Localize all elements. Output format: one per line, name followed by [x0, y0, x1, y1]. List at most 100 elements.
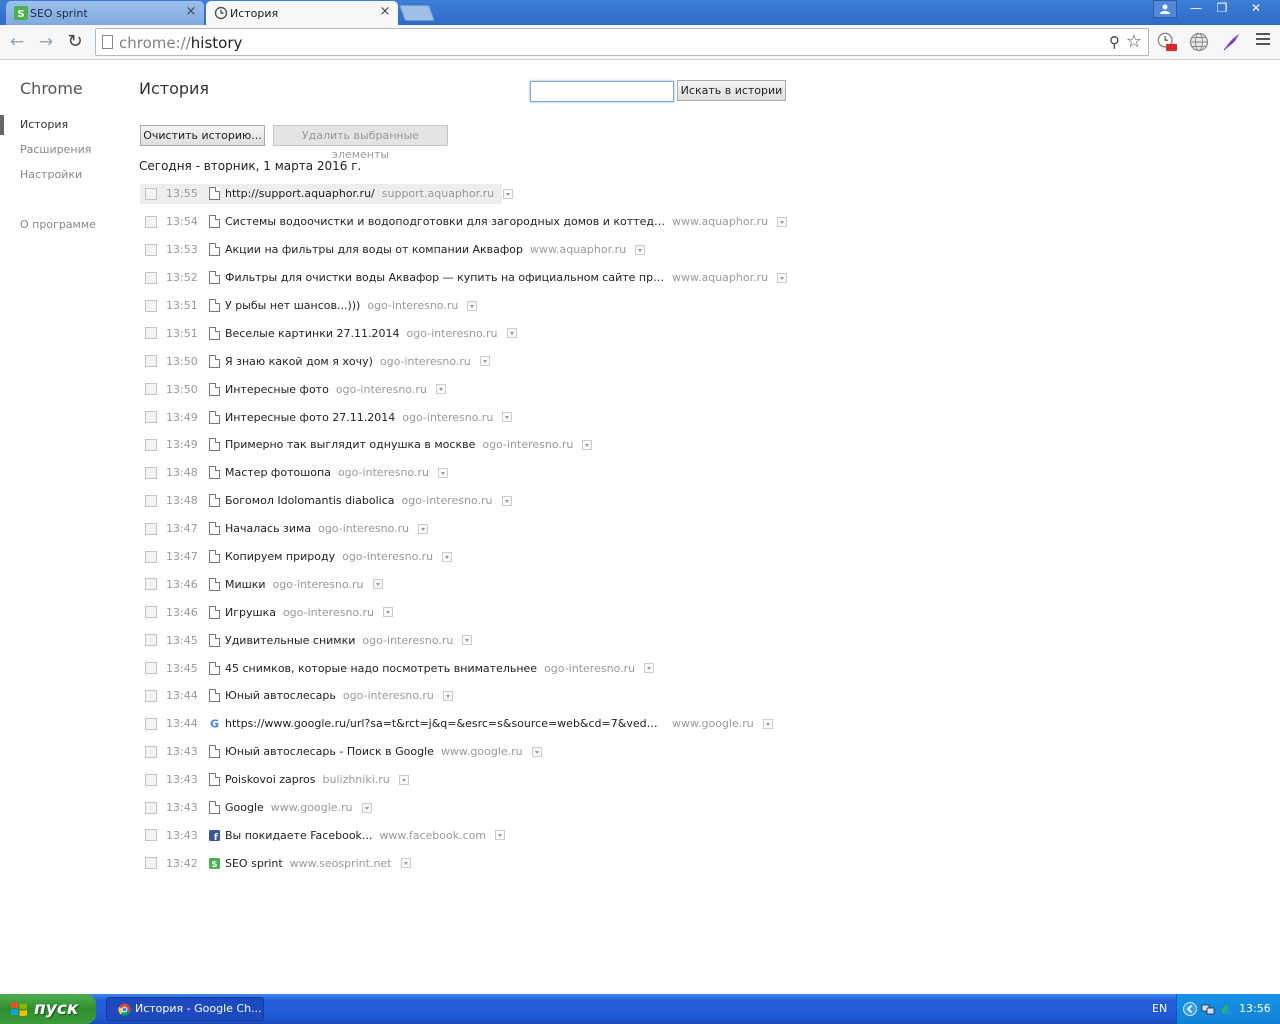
entry-menu-dropdown-icon[interactable] — [442, 551, 453, 562]
entry-menu-dropdown-icon[interactable] — [442, 690, 453, 701]
sidebar-item-extensions[interactable]: Расширения — [0, 140, 130, 165]
bookmark-star-icon[interactable]: ☆ — [1126, 31, 1142, 52]
entry-menu-dropdown-icon[interactable] — [372, 579, 383, 590]
entry-title-link[interactable]: Фильтры для очистки воды Аквафор — купит… — [225, 271, 665, 284]
entry-title-link[interactable]: Веселые картинки 27.11.2014 — [225, 327, 400, 340]
language-indicator[interactable]: EN — [1152, 1002, 1167, 1015]
entry-title-link[interactable]: Акции на фильтры для воды от компании Ак… — [225, 243, 523, 256]
entry-checkbox[interactable] — [145, 662, 157, 675]
entry-title-link[interactable]: Интересные фото 27.11.2014 — [225, 411, 395, 424]
entry-title-link[interactable]: http://support.aquaphor.ru/ — [225, 187, 375, 200]
maximize-button[interactable]: ❐ — [1209, 0, 1235, 18]
user-profile-button[interactable] — [1153, 0, 1177, 18]
forward-button[interactable]: → — [35, 31, 57, 53]
entry-checkbox[interactable] — [145, 494, 157, 507]
entry-menu-dropdown-icon[interactable] — [777, 272, 788, 283]
entry-menu-dropdown-icon[interactable] — [503, 188, 514, 199]
entry-menu-dropdown-icon[interactable] — [582, 439, 593, 450]
tab-history[interactable]: История × — [206, 1, 398, 25]
entry-menu-dropdown-icon[interactable] — [531, 746, 542, 757]
entry-checkbox[interactable] — [145, 438, 157, 451]
entry-menu-dropdown-icon[interactable] — [361, 802, 372, 813]
entry-checkbox[interactable] — [145, 801, 157, 814]
network-icon[interactable] — [1201, 1002, 1215, 1016]
tab-close-icon[interactable]: × — [184, 5, 198, 19]
entry-checkbox[interactable] — [145, 215, 157, 228]
new-tab-button[interactable] — [399, 5, 435, 21]
tab-close-icon[interactable]: × — [378, 5, 392, 19]
entry-title-link[interactable]: https://www.google.ru/url?sa=t&rct=j&q=&… — [225, 717, 665, 730]
reload-button[interactable]: ↻ — [64, 31, 86, 53]
security-shield-icon[interactable] — [1219, 1002, 1233, 1016]
chrome-menu-icon[interactable] — [1256, 33, 1270, 47]
entry-title-link[interactable]: 45 снимков, которые надо посмотреть вним… — [225, 662, 537, 675]
url-text[interactable]: chrome://history — [119, 34, 242, 52]
entry-title-link[interactable]: Юный автослесарь - Поиск в Google — [225, 745, 434, 758]
start-button[interactable]: пуск — [0, 994, 96, 1024]
entry-checkbox[interactable] — [145, 634, 157, 647]
entry-checkbox[interactable] — [145, 299, 157, 312]
entry-checkbox[interactable] — [145, 578, 157, 591]
entry-menu-dropdown-icon[interactable] — [495, 830, 506, 841]
entry-title-link[interactable]: Копируем природу — [225, 550, 335, 563]
back-button[interactable]: ← — [6, 31, 28, 53]
sidebar-item-history[interactable]: История — [0, 115, 130, 140]
entry-menu-dropdown-icon[interactable] — [501, 495, 512, 506]
entry-title-link[interactable]: Google — [225, 801, 264, 814]
entry-menu-dropdown-icon[interactable] — [400, 858, 411, 869]
entry-menu-dropdown-icon[interactable] — [398, 774, 409, 785]
entry-title-link[interactable]: Игрушка — [225, 606, 276, 619]
delete-selected-button[interactable]: Удалить выбранные элементы — [273, 125, 448, 161]
entry-checkbox[interactable] — [145, 411, 157, 424]
search-history-button[interactable]: Искать в истории — [677, 80, 786, 101]
entry-checkbox[interactable] — [145, 522, 157, 535]
entry-menu-dropdown-icon[interactable] — [467, 300, 478, 311]
entry-menu-dropdown-icon[interactable] — [382, 607, 393, 618]
timer-extension-icon[interactable] — [1157, 32, 1177, 52]
address-bar[interactable]: chrome://history ⚲ ☆ — [95, 28, 1149, 56]
clear-history-button[interactable]: Очистить историю... — [140, 125, 265, 146]
entry-menu-dropdown-icon[interactable] — [506, 328, 517, 339]
entry-title-link[interactable]: SEO sprint — [225, 857, 283, 870]
tray-expand-icon[interactable] — [1183, 1002, 1197, 1016]
globe-extension-icon[interactable] — [1189, 32, 1209, 52]
entry-checkbox[interactable] — [145, 857, 157, 870]
entry-checkbox[interactable] — [145, 829, 157, 842]
entry-checkbox[interactable] — [145, 355, 157, 368]
entry-title-link[interactable]: У рыбы нет шансов...))) — [225, 299, 360, 312]
zoom-icon[interactable]: ⚲ — [1109, 33, 1120, 51]
taskbar-chrome-window[interactable]: История - Google Ch... — [106, 997, 264, 1021]
entry-title-link[interactable]: Вы покидаете Facebook... — [225, 829, 372, 842]
entry-title-link[interactable]: Удивительные снимки — [225, 634, 355, 647]
tab-seo-sprint[interactable]: S SEO sprint × — [6, 1, 204, 25]
entry-title-link[interactable]: Богомол Idolomantis diabolica — [225, 494, 395, 507]
entry-checkbox[interactable] — [145, 717, 157, 730]
feather-extension-icon[interactable] — [1221, 32, 1241, 52]
entry-checkbox[interactable] — [145, 383, 157, 396]
entry-title-link[interactable]: Началась зима — [225, 522, 311, 535]
entry-checkbox[interactable] — [145, 745, 157, 758]
entry-menu-dropdown-icon[interactable] — [635, 244, 646, 255]
entry-checkbox[interactable] — [145, 773, 157, 786]
entry-checkbox[interactable] — [145, 550, 157, 563]
entry-checkbox[interactable] — [145, 187, 157, 200]
entry-menu-dropdown-icon[interactable] — [479, 356, 490, 367]
entry-checkbox[interactable] — [145, 466, 157, 479]
entry-menu-dropdown-icon[interactable] — [437, 467, 448, 478]
entry-checkbox[interactable] — [145, 327, 157, 340]
entry-menu-dropdown-icon[interactable] — [435, 384, 446, 395]
entry-checkbox[interactable] — [145, 689, 157, 702]
entry-title-link[interactable]: Интересные фото — [225, 383, 329, 396]
entry-title-link[interactable]: Poiskovoi zapros — [225, 773, 316, 786]
entry-menu-dropdown-icon[interactable] — [644, 663, 655, 674]
entry-title-link[interactable]: Я знаю какой дом я хочу) — [225, 355, 373, 368]
entry-menu-dropdown-icon[interactable] — [418, 523, 429, 534]
entry-title-link[interactable]: Системы водоочистки и водоподготовки для… — [225, 215, 665, 228]
entry-menu-dropdown-icon[interactable] — [502, 412, 513, 423]
sidebar-item-about[interactable]: О программе — [0, 215, 130, 240]
entry-title-link[interactable]: Юный автослесарь — [225, 689, 336, 702]
history-search-input[interactable] — [530, 81, 674, 102]
entry-checkbox[interactable] — [145, 606, 157, 619]
entry-title-link[interactable]: Мастер фотошопа — [225, 466, 331, 479]
entry-title-link[interactable]: Примерно так выглядит однушка в москве — [225, 438, 475, 451]
